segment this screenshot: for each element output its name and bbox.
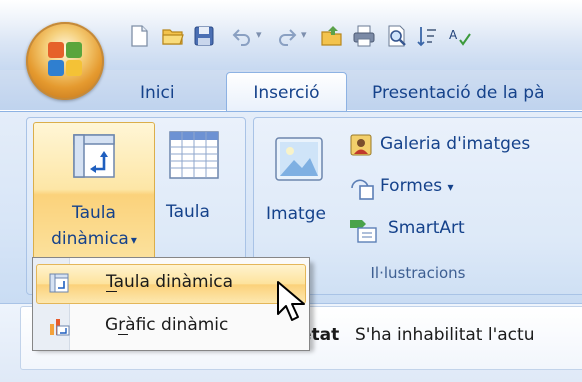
print-icon[interactable] xyxy=(352,24,376,48)
undo-icon[interactable] xyxy=(230,24,254,48)
clipart-icon xyxy=(350,134,372,156)
picture-icon xyxy=(275,137,323,181)
table-button-label: Taula xyxy=(166,202,210,222)
office-logo-icon xyxy=(48,42,82,76)
pivot-button-label-text: dinàmica xyxy=(51,229,129,249)
shapes-dropdown-icon: ▾ xyxy=(447,180,454,194)
redo-icon[interactable] xyxy=(275,24,299,48)
open-file-icon[interactable] xyxy=(320,24,344,48)
message-bar-text: S'ha inhabilitat l'actu xyxy=(355,325,535,345)
access-key-underline xyxy=(118,334,128,335)
pivot-table-button[interactable]: Taula dinàmica ▾ xyxy=(33,122,155,262)
clipart-label: Galeria d'imatges xyxy=(380,134,531,154)
mouse-cursor-icon xyxy=(277,281,305,321)
access-key-underline xyxy=(106,291,117,292)
print-preview-icon[interactable] xyxy=(385,24,409,48)
pivot-button-label-line2: dinàmica ▾ xyxy=(34,229,154,249)
tab-presentacio[interactable]: Presentació de la pà xyxy=(372,76,544,110)
undo-dropdown-icon[interactable]: ▾ xyxy=(256,28,262,41)
menu-item-pivot-chart-label: Gràfic dinàmic xyxy=(105,315,229,335)
shapes-label-text: Formes xyxy=(380,176,443,196)
smartart-button[interactable]: SmartArt xyxy=(346,214,546,246)
svg-text:A: A xyxy=(449,28,458,42)
pivot-chart-small-icon xyxy=(50,319,70,336)
pivot-table-small-icon xyxy=(49,273,69,293)
tab-inici[interactable]: Inici xyxy=(140,76,175,110)
clipart-button[interactable]: Galeria d'imatges xyxy=(346,130,582,162)
redo-dropdown-icon[interactable]: ▾ xyxy=(301,28,307,41)
sort-icon[interactable] xyxy=(415,24,439,48)
table-button[interactable]: Taula xyxy=(158,122,238,260)
spelling-icon[interactable]: A xyxy=(448,24,472,48)
new-document-icon[interactable] xyxy=(127,24,151,48)
save-icon[interactable] xyxy=(192,24,216,48)
office-button[interactable] xyxy=(26,22,104,100)
image-button-label: Imatge xyxy=(266,204,326,224)
pivot-table-icon xyxy=(73,134,115,178)
open-folder-icon[interactable] xyxy=(161,24,185,48)
menu-item-pivot-table[interactable]: Taula dinàmica xyxy=(36,264,306,304)
insert-image-button[interactable]: Imatge xyxy=(262,122,338,242)
shapes-label: Formes ▾ xyxy=(380,176,454,196)
pivot-dropdown-menu: Taula dinàmica Gràfic dinàmic xyxy=(32,257,310,351)
smartart-label: SmartArt xyxy=(388,218,465,238)
pivot-button-label-line1: Taula xyxy=(72,203,116,223)
shapes-icon xyxy=(351,179,374,200)
menu-item-pivot-table-label: Taula dinàmica xyxy=(106,272,234,292)
smartart-icon xyxy=(350,220,377,243)
shapes-button[interactable]: Formes ▾ xyxy=(346,172,546,204)
dropdown-arrow-icon: ▾ xyxy=(130,233,137,247)
table-icon xyxy=(169,131,219,179)
menu-item-pivot-chart[interactable]: Gràfic dinàmic xyxy=(36,308,304,346)
tab-inserc[interactable]: Inserció xyxy=(226,72,347,113)
